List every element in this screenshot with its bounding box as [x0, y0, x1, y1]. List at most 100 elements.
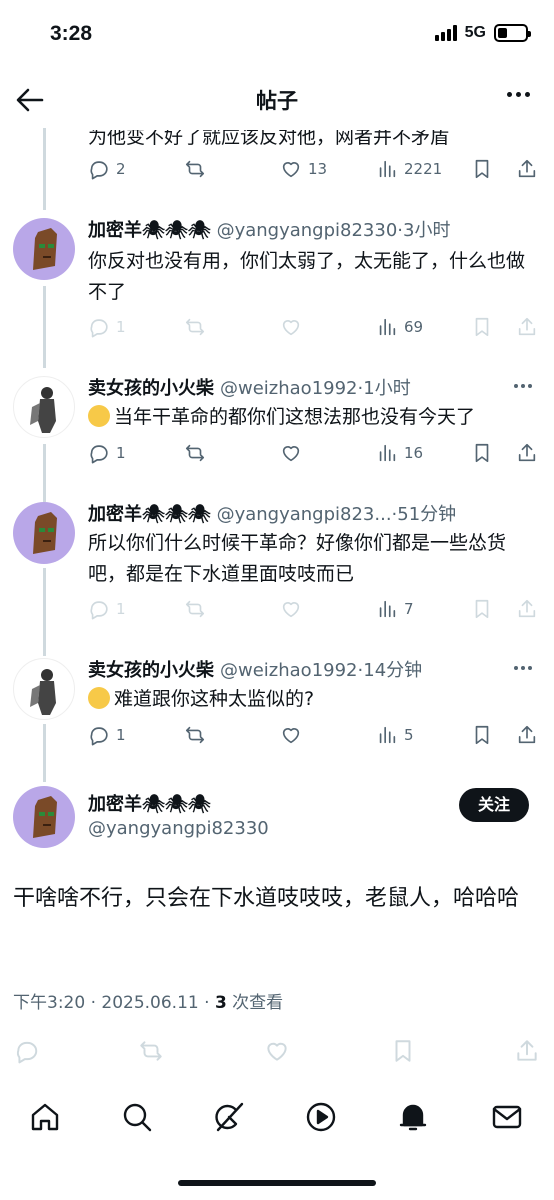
- avatar[interactable]: [13, 786, 75, 848]
- home-icon[interactable]: [28, 1100, 62, 1134]
- heart-icon: [282, 728, 300, 744]
- view-count: 69: [404, 318, 424, 336]
- more-options-icon[interactable]: [507, 92, 530, 97]
- bookmark-button[interactable]: [471, 158, 493, 180]
- avatar[interactable]: [13, 376, 75, 438]
- tweet-text-content: 难道跟你这种太监似的?: [114, 688, 315, 710]
- video-icon[interactable]: [304, 1100, 338, 1134]
- thread-line: [43, 568, 46, 656]
- heart-icon: [282, 602, 300, 618]
- bookmark-icon: [475, 443, 489, 463]
- repost-button[interactable]: [184, 316, 206, 338]
- reply-icon: [90, 601, 108, 620]
- display-name[interactable]: 加密羊🕷🕷🕷: [88, 790, 211, 816]
- share-button[interactable]: [516, 442, 538, 464]
- more-options-icon[interactable]: [514, 666, 532, 670]
- repost-icon: [185, 318, 205, 336]
- battery-icon: [494, 24, 531, 42]
- more-options-icon[interactable]: [514, 384, 532, 388]
- avatar[interactable]: [13, 658, 75, 720]
- reply-count: 1: [116, 726, 126, 744]
- thread-line: [43, 444, 46, 502]
- like-button[interactable]: [280, 598, 302, 620]
- repost-button[interactable]: [184, 598, 206, 620]
- views-icon: [379, 444, 396, 462]
- tweet-text: 所以你们什么时候干革命？好像你们都是一些怂货吧，都是在下水道里面吱吱而已: [88, 532, 507, 585]
- tweet-text: 难道跟你这种太监似的?: [88, 684, 528, 715]
- handle[interactable]: @weizhao1992: [220, 378, 358, 399]
- bookmark-icon: [475, 725, 489, 745]
- notifications-icon[interactable]: [396, 1100, 430, 1134]
- bookmark-button[interactable]: [471, 724, 493, 746]
- search-icon[interactable]: [120, 1100, 154, 1134]
- handle[interactable]: @yangyangpi82330: [217, 220, 398, 241]
- top-nav: 帖子: [0, 72, 554, 128]
- timestamp: ·51分钟: [391, 504, 457, 525]
- status-time: 3:28: [50, 22, 93, 45]
- reply-button[interactable]: 1: [88, 442, 126, 464]
- view-count: 7: [404, 600, 414, 618]
- handle[interactable]: @weizhao1992: [220, 660, 358, 681]
- views-count[interactable]: 3: [215, 993, 227, 1013]
- handle[interactable]: @yangyangpi82330: [88, 818, 269, 839]
- tweet-header: 卖女孩的小火柴 @weizhao1992 ·14分钟: [88, 656, 422, 682]
- like-button[interactable]: [280, 442, 302, 464]
- pixel-sheep-avatar: [33, 796, 57, 838]
- repost-button[interactable]: [138, 1038, 164, 1064]
- display-name[interactable]: 加密羊🕷🕷🕷: [88, 216, 211, 242]
- tweet-header: 卖女孩的小火柴 @weizhao1992 ·1小时: [88, 374, 411, 400]
- grok-icon[interactable]: [212, 1100, 246, 1134]
- tweet-text: 你反对也没有用，你们太弱了，太无能了，什么也做不了: [88, 250, 526, 303]
- views-icon: [379, 160, 396, 178]
- reply-button[interactable]: [14, 1038, 40, 1064]
- bookmark-button[interactable]: [390, 1038, 416, 1064]
- heart-icon: [267, 1042, 287, 1061]
- main-post-handle-row: @yangyangpi82330: [88, 818, 269, 839]
- match-girl-avatar: [30, 669, 56, 715]
- share-button[interactable]: [516, 598, 538, 620]
- avatar[interactable]: [13, 218, 75, 280]
- share-button[interactable]: [516, 724, 538, 746]
- reply-button[interactable]: 2: [88, 158, 126, 180]
- follow-button[interactable]: 关注: [459, 788, 529, 822]
- view-count: 5: [404, 726, 414, 744]
- reply-button[interactable]: 1: [88, 316, 126, 338]
- repost-button[interactable]: [184, 724, 206, 746]
- repost-button[interactable]: [184, 158, 206, 180]
- reply-count: 1: [116, 444, 126, 462]
- match-girl-avatar: [30, 387, 56, 433]
- view-count: 16: [404, 444, 424, 462]
- reply-button[interactable]: 1: [88, 724, 126, 746]
- bookmark-button[interactable]: [471, 598, 493, 620]
- views-button[interactable]: 5: [376, 724, 414, 746]
- repost-button[interactable]: [184, 442, 206, 464]
- share-button[interactable]: [516, 316, 538, 338]
- like-button[interactable]: [280, 724, 302, 746]
- share-button[interactable]: [516, 158, 538, 180]
- views-button[interactable]: 2221: [376, 158, 442, 180]
- share-button[interactable]: [514, 1038, 540, 1064]
- status-indicators: 5G: [434, 24, 531, 42]
- views-button[interactable]: 69: [376, 316, 423, 338]
- views-button[interactable]: 7: [376, 598, 414, 620]
- messages-icon[interactable]: [490, 1100, 524, 1134]
- display-name[interactable]: 加密羊🕷🕷🕷: [88, 500, 211, 526]
- avatar[interactable]: [13, 502, 75, 564]
- bookmark-icon: [475, 159, 489, 179]
- pixel-sheep-avatar: [33, 228, 57, 270]
- views-button[interactable]: 16: [376, 442, 423, 464]
- pixel-sheep-avatar: [33, 512, 57, 554]
- signal-icon: [434, 25, 457, 41]
- reply-button[interactable]: 1: [88, 598, 126, 620]
- like-button[interactable]: [280, 316, 302, 338]
- timestamp: ·14分钟: [357, 660, 423, 681]
- display-name[interactable]: 卖女孩的小火柴: [88, 656, 214, 682]
- display-name[interactable]: 卖女孩的小火柴: [88, 374, 214, 400]
- handle[interactable]: @yangyangpi823...: [217, 504, 392, 525]
- bookmark-button[interactable]: [471, 442, 493, 464]
- views-icon: [379, 600, 396, 618]
- thread-line: [43, 724, 46, 782]
- bookmark-button[interactable]: [471, 316, 493, 338]
- like-button[interactable]: 13: [280, 158, 327, 180]
- like-button[interactable]: [264, 1038, 290, 1064]
